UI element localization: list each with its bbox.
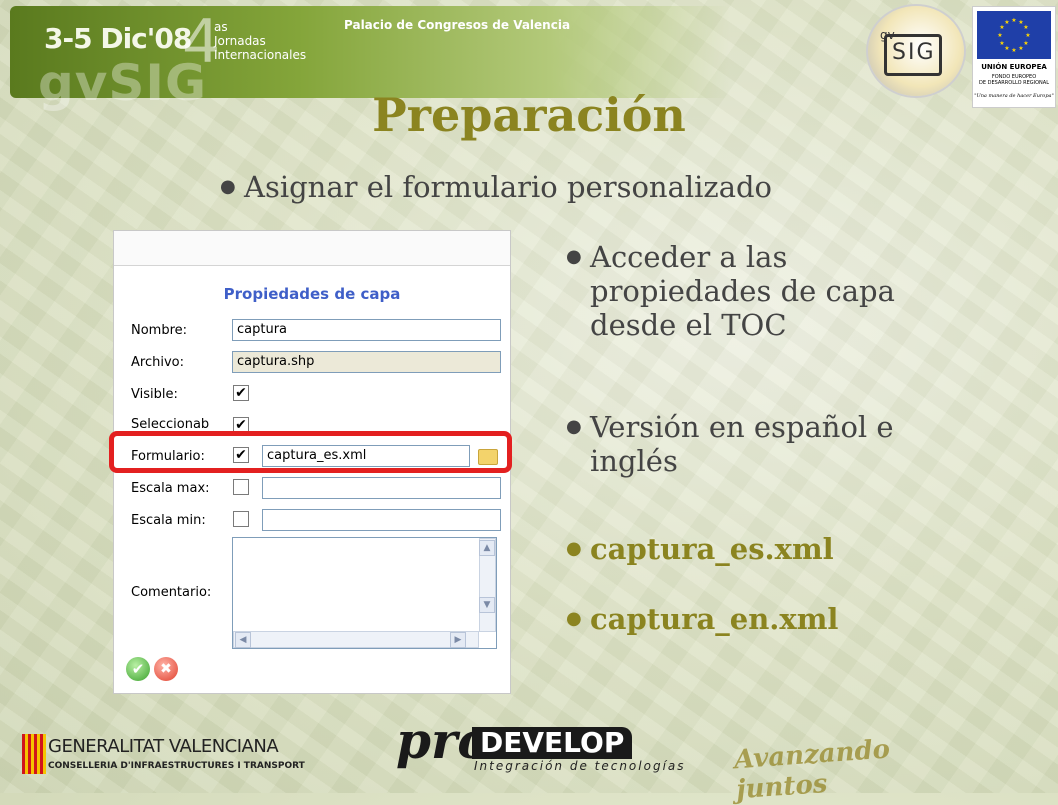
bullet-version: ● Versión en español e inglés xyxy=(566,410,894,478)
prodevelop-develop: DEVELOP xyxy=(472,727,633,759)
scroll-down-icon[interactable]: ▼ xyxy=(479,597,495,613)
event-venue: Palacio de Congresos de Valencia xyxy=(344,18,571,32)
horizontal-scrollbar[interactable] xyxy=(233,631,479,648)
svg-text:★: ★ xyxy=(1025,32,1030,39)
accept-button[interactable]: ✔ xyxy=(126,657,150,681)
label-comentario: Comentario: xyxy=(131,585,212,600)
bullet-dot-icon: ● xyxy=(566,416,582,437)
scroll-left-icon[interactable]: ◀ xyxy=(235,632,251,648)
label-archivo: Archivo: xyxy=(131,355,184,370)
label-nombre: Nombre: xyxy=(131,323,188,338)
svg-text:★: ★ xyxy=(997,32,1002,39)
event-name-line: Jornadas xyxy=(214,34,266,48)
event-name-line: Internacionales xyxy=(214,48,307,62)
generalitat-department: CONSELLERIA D'INFRAESTRUCTURES I TRANSPO… xyxy=(48,761,305,771)
svg-text:★: ★ xyxy=(1018,45,1023,52)
generalitat-emblem-icon xyxy=(22,734,46,774)
svg-text:★: ★ xyxy=(1004,45,1009,52)
svg-text:★: ★ xyxy=(999,40,1004,47)
bullet-main: ● Asignar el formulario personalizado xyxy=(220,170,773,204)
bullet-dot-icon: ● xyxy=(220,176,236,197)
slogan: Avanzando juntos xyxy=(733,734,891,805)
label-escala-min: Escala min: xyxy=(131,513,206,528)
generalitat-name: GENERALITAT VALENCIANA xyxy=(48,736,279,757)
bullet-text: Acceder a las xyxy=(590,240,788,274)
bullet-dot-icon: ● xyxy=(566,608,582,629)
event-name-line: as xyxy=(214,20,228,34)
dialog-title: Propiedades de capa xyxy=(223,285,401,303)
event-banner: 3-5 Dic'08 4 as Jornadas Internacionales… xyxy=(10,6,730,108)
label-visible: Visible: xyxy=(131,387,178,402)
eu-fund-line: DE DESARROLLO REGIONAL xyxy=(979,80,1049,86)
dialog-top-bar xyxy=(114,231,510,266)
eu-union-label: UNIÓN EUROPEA xyxy=(981,63,1047,71)
escala-min-checkbox[interactable] xyxy=(233,511,249,527)
label-seleccionable: Seleccionab xyxy=(131,417,210,432)
cancel-button[interactable]: ✖ xyxy=(154,657,178,681)
svg-text:★: ★ xyxy=(1004,19,1009,26)
bullet-file-en: ● captura_en.xml xyxy=(566,602,839,636)
svg-text:★: ★ xyxy=(1011,47,1016,54)
gvsig-logo: gv SIG xyxy=(868,6,964,96)
escala-max-checkbox[interactable] xyxy=(233,479,249,495)
svg-text:★: ★ xyxy=(1011,17,1016,24)
label-escala-max: Escala max: xyxy=(131,481,210,496)
scroll-up-icon[interactable]: ▲ xyxy=(479,540,495,556)
bullet-access: ● Acceder a las propiedades de capa desd… xyxy=(566,240,895,342)
svg-text:★: ★ xyxy=(1023,24,1028,31)
bullet-text: propiedades de capa xyxy=(590,274,895,308)
escala-max-field[interactable] xyxy=(262,477,501,499)
bullet-dot-icon: ● xyxy=(566,538,582,559)
gvsig-logo-big: SIG xyxy=(892,40,936,65)
prodevelop-tagline: Integración de tecnologías xyxy=(474,759,686,773)
bullet-text: captura_en.xml xyxy=(590,602,839,636)
bullet-text: inglés xyxy=(590,444,678,478)
bullet-text: Versión en español e xyxy=(590,410,894,444)
escala-min-field[interactable] xyxy=(262,509,501,531)
event-date: 3-5 Dic'08 xyxy=(44,22,192,55)
scroll-right-icon[interactable]: ▶ xyxy=(450,632,466,648)
formulario-highlight-box xyxy=(109,431,512,473)
bullet-dot-icon: ● xyxy=(566,246,582,267)
archivo-field: captura.shp xyxy=(232,351,501,373)
event-name: as Jornadas Internacionales xyxy=(214,20,306,62)
svg-text:★: ★ xyxy=(1023,40,1028,47)
bullet-file-es: ● captura_es.xml xyxy=(566,532,834,566)
bullet-text: captura_es.xml xyxy=(590,532,834,566)
eu-stars-icon: ★ ★★ ★★★ ★★★ ★★★ xyxy=(997,17,1030,54)
slide-title: Preparación xyxy=(372,88,686,142)
eu-fund-label: FONDO EUROPEO DE DESARROLLO REGIONAL xyxy=(973,74,1055,86)
bullet-text: desde el TOC xyxy=(590,308,787,342)
nombre-field[interactable]: captura xyxy=(232,319,501,341)
visible-checkbox[interactable]: ✔ xyxy=(233,385,249,401)
bullet-text: Asignar el formulario personalizado xyxy=(244,170,773,204)
